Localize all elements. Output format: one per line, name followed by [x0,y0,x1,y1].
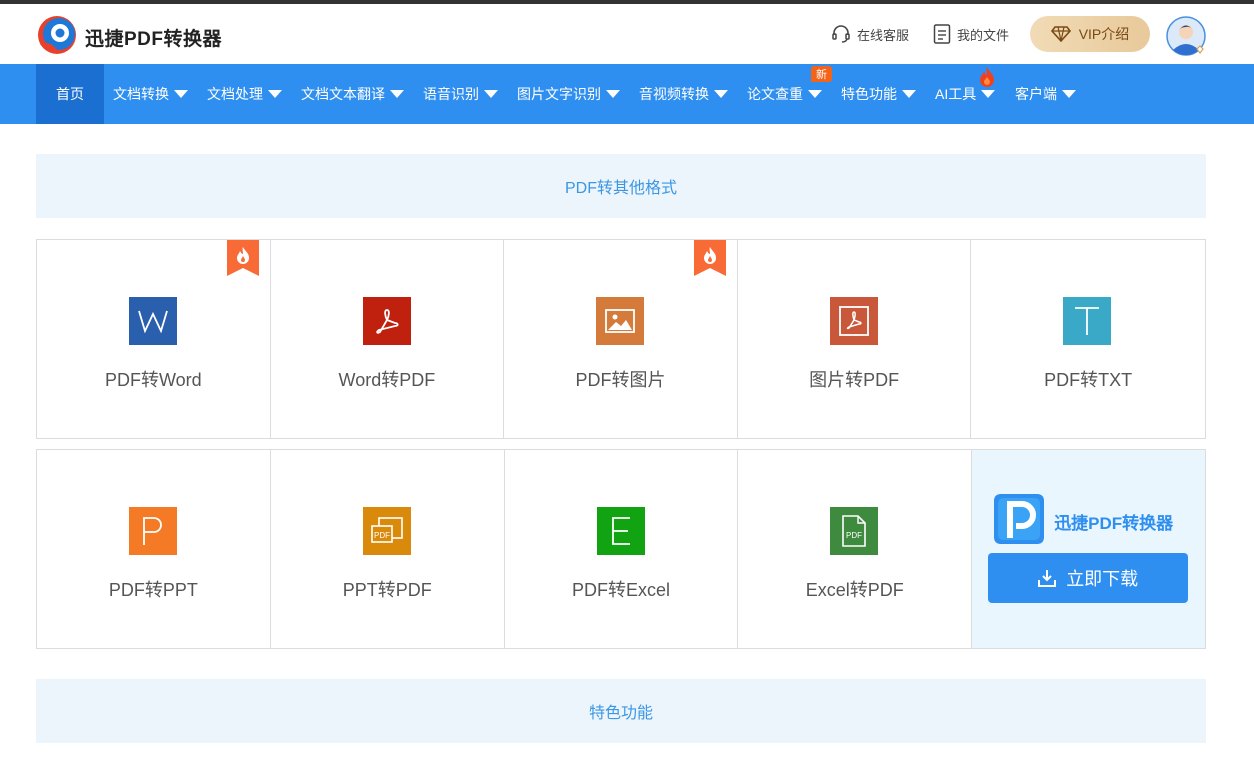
caret-down-icon [268,90,282,98]
fire-icon [980,67,994,87]
document-icon [933,24,951,44]
caret-down-icon [714,90,728,98]
main-navigation: 首页 文档转换 文档处理 文档文本翻译 语音识别 图片文字识别 音视频转换 论文… [0,64,1254,124]
my-files-label: 我的文件 [957,27,1010,43]
tool-label: PDF转Word [104,370,202,390]
brand-name[interactable]: 迅捷PDF转换器 [85,24,222,51]
tool-label: PDF转TXT [1044,370,1133,390]
tool-ppt-to-pdf[interactable]: PDF PPT转PDF [270,450,505,648]
nav-item-label: AI工具 [935,86,977,102]
nav-item-image-ocr[interactable]: 图片文字识别 [517,64,620,124]
nav-item-label: 特色功能 [841,86,897,102]
section-header-pdf-to-other: PDF转其他格式 [36,154,1206,218]
nav-item-label: 论文查重 [747,86,803,102]
tool-pdf-to-image[interactable]: PDF转图片 [504,240,738,438]
app-logo-icon [994,494,1045,544]
tool-label: PDF转Excel [571,580,670,600]
svg-text:PDF: PDF [846,531,862,540]
nav-item-doc-convert[interactable]: 文档转换 [113,64,188,124]
tool-image-to-pdf[interactable]: 图片转PDF [737,240,972,438]
download-now-label: 立即下载 [1066,569,1139,589]
svg-text:PDF: PDF [374,531,390,540]
txt-icon [1063,297,1112,345]
tool-pdf-to-word[interactable]: PDF转Word [37,240,271,438]
tool-label: PDF转PPT [108,580,198,600]
tool-word-to-pdf[interactable]: Word转PDF [270,240,505,438]
excel-pdf-icon: PDF [830,507,879,555]
download-promo-card: 迅捷PDF转换器 立即下载 [972,450,1205,648]
nav-item-label: 音视频转换 [639,86,709,102]
caret-down-icon [390,90,404,98]
hot-badge-icon [694,240,727,276]
tool-pdf-to-ppt[interactable]: PDF转PPT [37,450,271,648]
user-avatar-icon[interactable] [1166,16,1206,56]
nav-item-label: 客户端 [1015,86,1057,102]
acrobat-icon [362,297,411,345]
nav-item-av-convert[interactable]: 音视频转换 [639,64,728,124]
tool-pdf-to-excel[interactable]: PDF转Excel [504,450,739,648]
nav-item-doc-translate[interactable]: 文档文本翻译 [301,64,404,124]
nav-item-label: 语音识别 [423,86,479,102]
excel-icon [596,507,645,555]
ppt-pdf-icon: PDF [362,507,411,555]
nav-item-features[interactable]: 特色功能 [841,64,916,124]
tool-label: Excel转PDF [805,580,904,600]
brand-logo-icon[interactable] [36,14,78,56]
caret-down-icon [1062,90,1076,98]
online-service-link[interactable]: 在线客服 [831,24,909,44]
caret-down-icon [981,90,996,98]
caret-down-icon [606,90,620,98]
tool-label: PDF转图片 [575,370,666,390]
vip-intro-label: VIP介绍 [1078,26,1130,42]
nav-item-home[interactable]: 首页 [36,64,104,124]
nav-item-client[interactable]: 客户端 [1015,64,1076,124]
caret-down-icon [808,90,822,98]
ppt-icon [129,507,177,555]
tool-pdf-to-txt[interactable]: PDF转TXT [971,240,1205,438]
new-badge: 新 [811,66,832,82]
tool-label: PPT转PDF [342,580,432,600]
download-icon [1038,570,1057,587]
online-service-label: 在线客服 [857,27,910,43]
section-header-features: 特色功能 [36,679,1206,743]
diamond-icon [1050,26,1071,42]
tool-excel-to-pdf[interactable]: PDF Excel转PDF [738,450,973,648]
vip-intro-button[interactable]: VIP介绍 [1030,16,1150,52]
nav-item-label: 首页 [56,86,84,102]
tools-grid-row-2: PDF转PPT PDF PPT转PDF PDF转Excel PDF Excel转… [36,449,1206,649]
site-header: 迅捷PDF转换器 在线客服 我的文件 VIP介绍 [0,4,1254,64]
nav-item-label: 图片文字识别 [517,86,601,102]
nav-item-speech-recognition[interactable]: 语音识别 [423,64,498,124]
image-icon [596,297,645,345]
promo-app-name: 迅捷PDF转换器 [1054,514,1174,533]
nav-item-label: 文档文本翻译 [301,86,385,102]
caret-down-icon [902,90,916,98]
word-icon [129,297,177,345]
nav-item-doc-process[interactable]: 文档处理 [207,64,282,124]
tools-grid-row-1: PDF转Word Word转PDF PDF转图片 图片转PDF PDF转TXT [36,239,1206,439]
caret-down-icon [174,90,188,98]
section-title: PDF转其他格式 [564,180,677,197]
image-pdf-icon [829,297,878,345]
hot-badge-icon [227,240,259,276]
nav-item-label: 文档转换 [113,86,169,102]
my-files-link[interactable]: 我的文件 [933,24,1009,44]
tool-label: 图片转PDF [809,370,900,390]
download-now-button[interactable]: 立即下载 [988,553,1189,603]
headset-icon [832,25,850,43]
section-title: 特色功能 [588,705,653,722]
tool-label: Word转PDF [338,370,436,390]
nav-item-label: 文档处理 [207,86,263,102]
caret-down-icon [484,90,498,98]
